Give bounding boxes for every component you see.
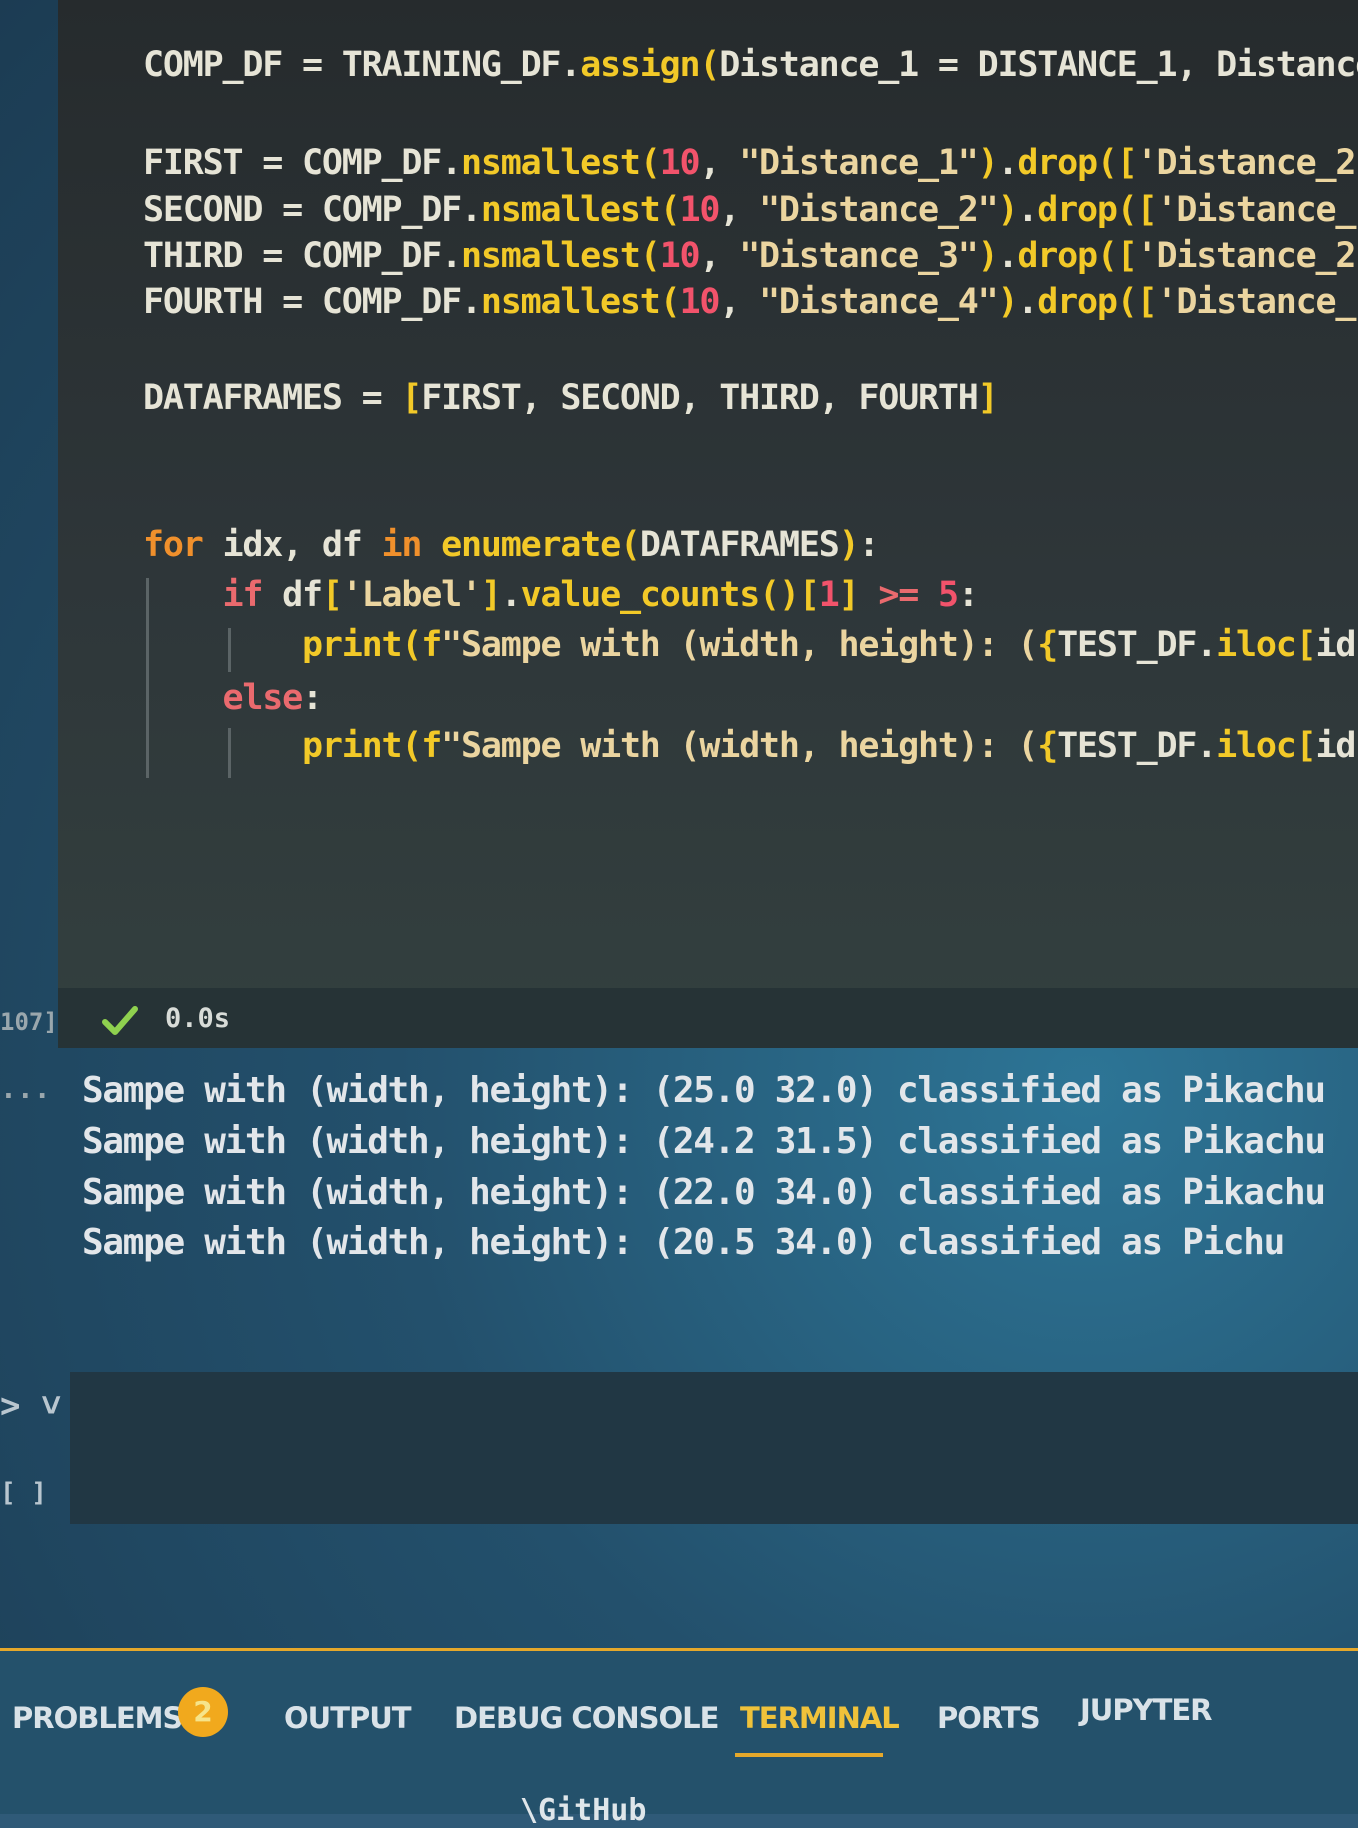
- run-cell-icon[interactable]: > ˅: [0, 1386, 61, 1428]
- output-line: Sampe with (width, height): (22.0 34.0) …: [82, 1172, 1326, 1213]
- tab-problems[interactable]: PROBLEMS: [12, 1701, 183, 1735]
- problems-count-badge: 2: [178, 1687, 228, 1737]
- code-line-6[interactable]: DATAFRAMES = [FIRST, SECOND, THIRD, FOUR…: [143, 378, 999, 418]
- indent-guide-else: [228, 728, 231, 778]
- code-line-2[interactable]: FIRST = COMP_DF.nsmallest(10, "Distance_…: [143, 143, 1358, 183]
- bottom-panel: PROBLEMS 2 OUTPUT DEBUG CONSOLE TERMINAL…: [0, 1648, 1358, 1828]
- active-tab-indicator: [735, 1753, 883, 1757]
- output-line: Sampe with (width, height): (24.2 31.5) …: [82, 1121, 1326, 1162]
- execution-time: 0.0s: [165, 1003, 231, 1034]
- empty-code-cell[interactable]: [70, 1372, 1358, 1524]
- tab-terminal[interactable]: TERMINAL: [740, 1701, 900, 1735]
- tab-jupyter[interactable]: JUPYTER: [1080, 1693, 1213, 1727]
- execution-count: 107]: [0, 1008, 58, 1036]
- code-line-5[interactable]: FOURTH = COMP_DF.nsmallest(10, "Distance…: [143, 282, 1358, 322]
- code-line-9[interactable]: print(f"Sampe with (width, height): ({TE…: [143, 625, 1356, 665]
- code-line-8[interactable]: if df['Label'].value_counts()[1] >= 5:: [143, 575, 979, 615]
- tab-ports[interactable]: PORTS: [937, 1701, 1041, 1735]
- code-line-3[interactable]: SECOND = COMP_DF.nsmallest(10, "Distance…: [143, 190, 1358, 230]
- code-line-10[interactable]: else:: [143, 678, 324, 718]
- output-more-icon[interactable]: ...: [0, 1072, 51, 1105]
- indent-guide-for: [146, 578, 149, 778]
- indent-guide-if: [228, 628, 231, 672]
- tab-output[interactable]: OUTPUT: [284, 1701, 412, 1735]
- execution-count-empty: [ ]: [0, 1478, 47, 1508]
- code-line-4[interactable]: THIRD = COMP_DF.nsmallest(10, "Distance_…: [143, 236, 1358, 276]
- code-line-1[interactable]: COMP_DF = TRAINING_DF.assign(Distance_1 …: [143, 45, 1358, 85]
- output-line: Sampe with (width, height): (25.0 32.0) …: [82, 1070, 1326, 1111]
- check-icon: [102, 1006, 138, 1035]
- cell-status-bar: [58, 988, 1358, 1048]
- output-line: Sampe with (width, height): (20.5 34.0) …: [82, 1222, 1285, 1263]
- tab-debug-console[interactable]: DEBUG CONSOLE: [454, 1701, 719, 1735]
- code-line-7[interactable]: for idx, df in enumerate(DATAFRAMES):: [143, 525, 880, 565]
- code-line-11[interactable]: print(f"Sampe with (width, height): ({TE…: [143, 726, 1356, 766]
